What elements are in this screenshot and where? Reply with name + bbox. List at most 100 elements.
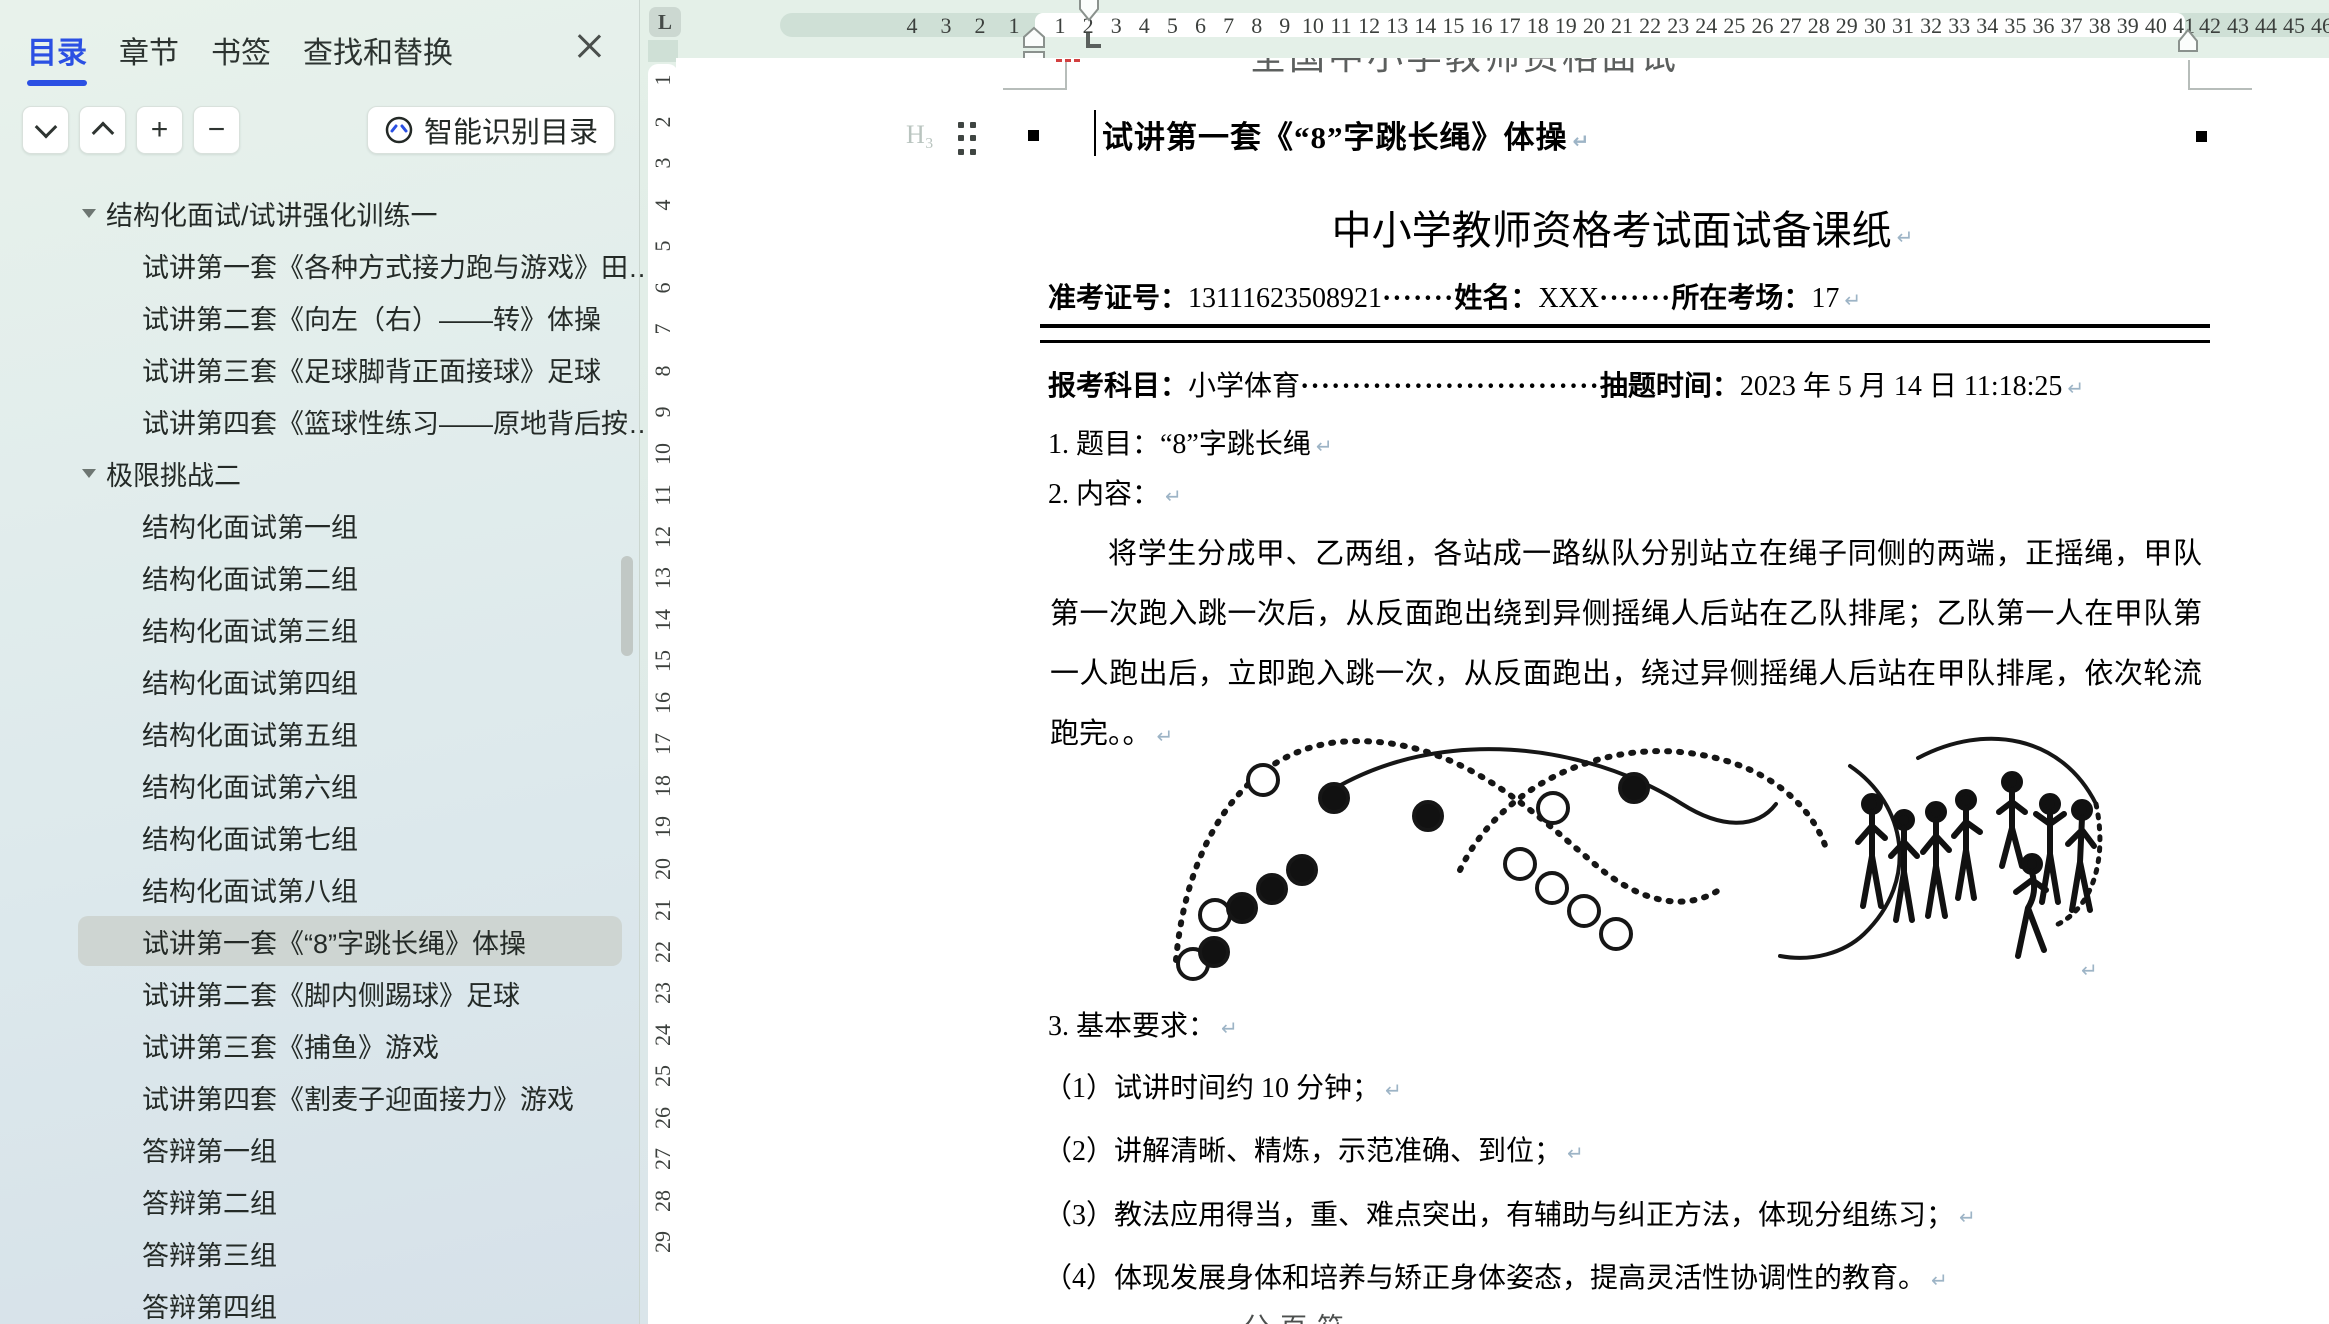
item-title-line[interactable]: 1. 题目：“8”字跳长绳↵ [1048, 422, 1333, 462]
toc-item[interactable]: 试讲第一套《“8”字跳长绳》体操 [0, 915, 640, 967]
collapse-level-button[interactable]: − [193, 106, 240, 154]
toc-item-label: 结构化面试第五组 [142, 714, 358, 753]
collapse-all-button[interactable] [79, 106, 126, 154]
ruler-number: 3 [650, 148, 676, 178]
requirement-line[interactable]: （1）试讲时间约 10 分钟；↵ [1044, 1066, 1402, 1106]
minus-icon: − [208, 113, 226, 147]
ruler-number: 33 [1944, 14, 1974, 37]
field-value: 2023 年 5 月 14 日 11:18:25 [1740, 371, 2063, 402]
toc-item[interactable]: 答辩第一组 [0, 1123, 640, 1175]
toc-item[interactable]: 结构化面试第一组 [0, 499, 640, 551]
requirements-header[interactable]: 3. 基本要求：↵ [1048, 1004, 1238, 1044]
field-label: 准考证号： [1048, 282, 1188, 313]
dotted-leader: ······· [1382, 283, 1454, 314]
right-indent-marker[interactable] [2176, 27, 2200, 53]
toc-item[interactable]: 试讲第一套《各种方式接力跑与游戏》田… [0, 239, 640, 291]
ruler-number: 35 [2000, 14, 2030, 37]
ruler-number: 3 [1101, 14, 1131, 37]
toc-toolbar: + − 智能识别目录 [22, 106, 618, 154]
first-line-indent-marker[interactable] [1077, 0, 1101, 23]
exam-info-line[interactable]: 准考证号：13111623508921·······姓名：XXX·······所… [1048, 276, 1861, 316]
field-value: XXX [1538, 283, 1599, 314]
paragraph-drag-handle-icon[interactable] [958, 122, 980, 156]
tab-find-replace[interactable]: 查找和替换 [303, 28, 453, 86]
paragraph-mark: ↵ [2067, 376, 2084, 400]
toc-item[interactable]: 结构化面试第三组 [0, 603, 640, 655]
collapse-arrow-icon[interactable] [82, 469, 96, 478]
ruler-number: 18 [1523, 14, 1553, 37]
document-title[interactable]: 中小学教师资格考试面试备课纸↵ [1050, 198, 2195, 256]
document-page[interactable]: 全国中小学教师资格面试 H₃ 试讲第一套《“8”字跳长绳》体操↵ 中小学教师资格… [676, 58, 2329, 1324]
ruler-number: 43 [2223, 14, 2253, 37]
tab-selector-button[interactable]: L [649, 7, 681, 37]
jump-rope-figure8-illustration [1160, 708, 2110, 986]
toc-item[interactable]: 结构化面试第八组 [0, 863, 640, 915]
ruler-number: 8 [650, 356, 676, 386]
plus-icon: + [151, 113, 169, 147]
requirement-line[interactable]: （4）体现发展身体和培养与矫正身体姿态，提高灵活性协调性的教育。↵ [1044, 1256, 1948, 1296]
ruler-number: 22 [650, 937, 676, 967]
close-icon[interactable] [576, 32, 602, 58]
toc-group[interactable]: 结构化面试/试讲强化训练一 [0, 187, 640, 239]
toc-item-label: 答辩第二组 [142, 1182, 277, 1221]
toc-item[interactable]: 结构化面试第二组 [0, 551, 640, 603]
toc-item[interactable]: 结构化面试第四组 [0, 655, 640, 707]
ruler-number: 30 [1860, 14, 1890, 37]
ruler-number: 3 [931, 14, 961, 37]
ruler-number: 14 [1410, 14, 1440, 37]
ruler-number: 16 [650, 688, 676, 718]
ruler-number: 27 [1776, 14, 1806, 37]
ruler-number: 14 [650, 605, 676, 635]
heading-level-badge: H₃ [906, 120, 934, 150]
ruler-number: 24 [650, 1020, 676, 1050]
paragraph-mark: ↵ [2081, 958, 2098, 982]
collapse-arrow-icon[interactable] [82, 209, 96, 218]
ruler-number: 27 [650, 1144, 676, 1174]
requirement-line[interactable]: （3）教法应用得当，重、难点突出，有辅助与纠正方法，体现分组练习；↵ [1044, 1193, 1976, 1233]
subject-time-line[interactable]: 报考科目：小学体育·····························抽题… [1048, 364, 2084, 404]
toc-item[interactable]: 结构化面试第六组 [0, 759, 640, 811]
text-cursor [1094, 110, 1096, 156]
toc-item-label: 试讲第四套《篮球性练习——原地背后按… [142, 402, 655, 441]
tab-toc[interactable]: 目录 [27, 28, 87, 86]
toc-item[interactable]: 试讲第四套《割麦子迎面接力》游戏 [0, 1071, 640, 1123]
ruler-number: 13 [1382, 14, 1412, 37]
ruler-number: 29 [1832, 14, 1862, 37]
toc-item[interactable]: 结构化面试第七组 [0, 811, 640, 863]
ruler-number: 24 [1691, 14, 1721, 37]
toc-item[interactable]: 试讲第三套《捕鱼》游戏 [0, 1019, 640, 1071]
smart-recognize-toc-button[interactable]: 智能识别目录 [367, 106, 615, 154]
lesson-heading[interactable]: 试讲第一套《“8”字跳长绳》体操↵ [1102, 112, 1590, 157]
ruler-number: 9 [650, 397, 676, 427]
tab-chapters[interactable]: 章节 [119, 28, 179, 86]
toc-item[interactable]: 试讲第四套《篮球性练习——原地背后按… [0, 395, 640, 447]
toc-item[interactable]: 答辩第四组 [0, 1279, 640, 1324]
paragraph-mark: ↵ [1567, 1141, 1584, 1165]
toc-item[interactable]: 试讲第二套《向左（右）——转》体操 [0, 291, 640, 343]
toc-item[interactable]: 试讲第二套《脚内侧踢球》足球 [0, 967, 640, 1019]
ruler-number: 22 [1635, 14, 1665, 37]
toc-tree: 结构化面试/试讲强化训练一试讲第一套《各种方式接力跑与游戏》田…试讲第二套《向左… [0, 187, 640, 1324]
tab-bookmarks[interactable]: 书签 [211, 28, 271, 86]
smart-recognize-label: 智能识别目录 [424, 109, 598, 151]
requirement-line[interactable]: （2）讲解清晰、精炼，示范准确、到位；↵ [1044, 1129, 1584, 1169]
toc-item[interactable]: 答辩第三组 [0, 1227, 640, 1279]
expand-level-button[interactable]: + [136, 106, 183, 154]
ruler-number: 12 [650, 522, 676, 552]
toc-item[interactable]: 结构化面试第五组 [0, 707, 640, 759]
field-value: 小学体育 [1188, 371, 1300, 402]
toc-item[interactable]: 试讲第三套《足球脚背正面接球》足球 [0, 343, 640, 395]
toc-group[interactable]: 极限挑战二 [0, 447, 640, 499]
tab-stop-marker[interactable] [1086, 33, 1101, 48]
toc-item[interactable]: 答辩第二组 [0, 1175, 640, 1227]
toc-item-label: 结构化面试/试讲强化训练一 [106, 194, 438, 233]
expand-all-button[interactable] [22, 106, 69, 154]
sidebar-scrollbar[interactable] [621, 556, 633, 656]
field-value: 17 [1811, 283, 1839, 314]
previous-page-tail-text: 全国中小学教师资格面试 [1250, 58, 1679, 80]
ruler-number: 29 [650, 1227, 676, 1257]
toc-item-label: 结构化面试第四组 [142, 662, 358, 701]
paragraph-mark: ↵ [1385, 1078, 1402, 1102]
ruler-number: 19 [1551, 14, 1581, 37]
item-content-line[interactable]: 2. 内容：↵ [1048, 472, 1182, 512]
